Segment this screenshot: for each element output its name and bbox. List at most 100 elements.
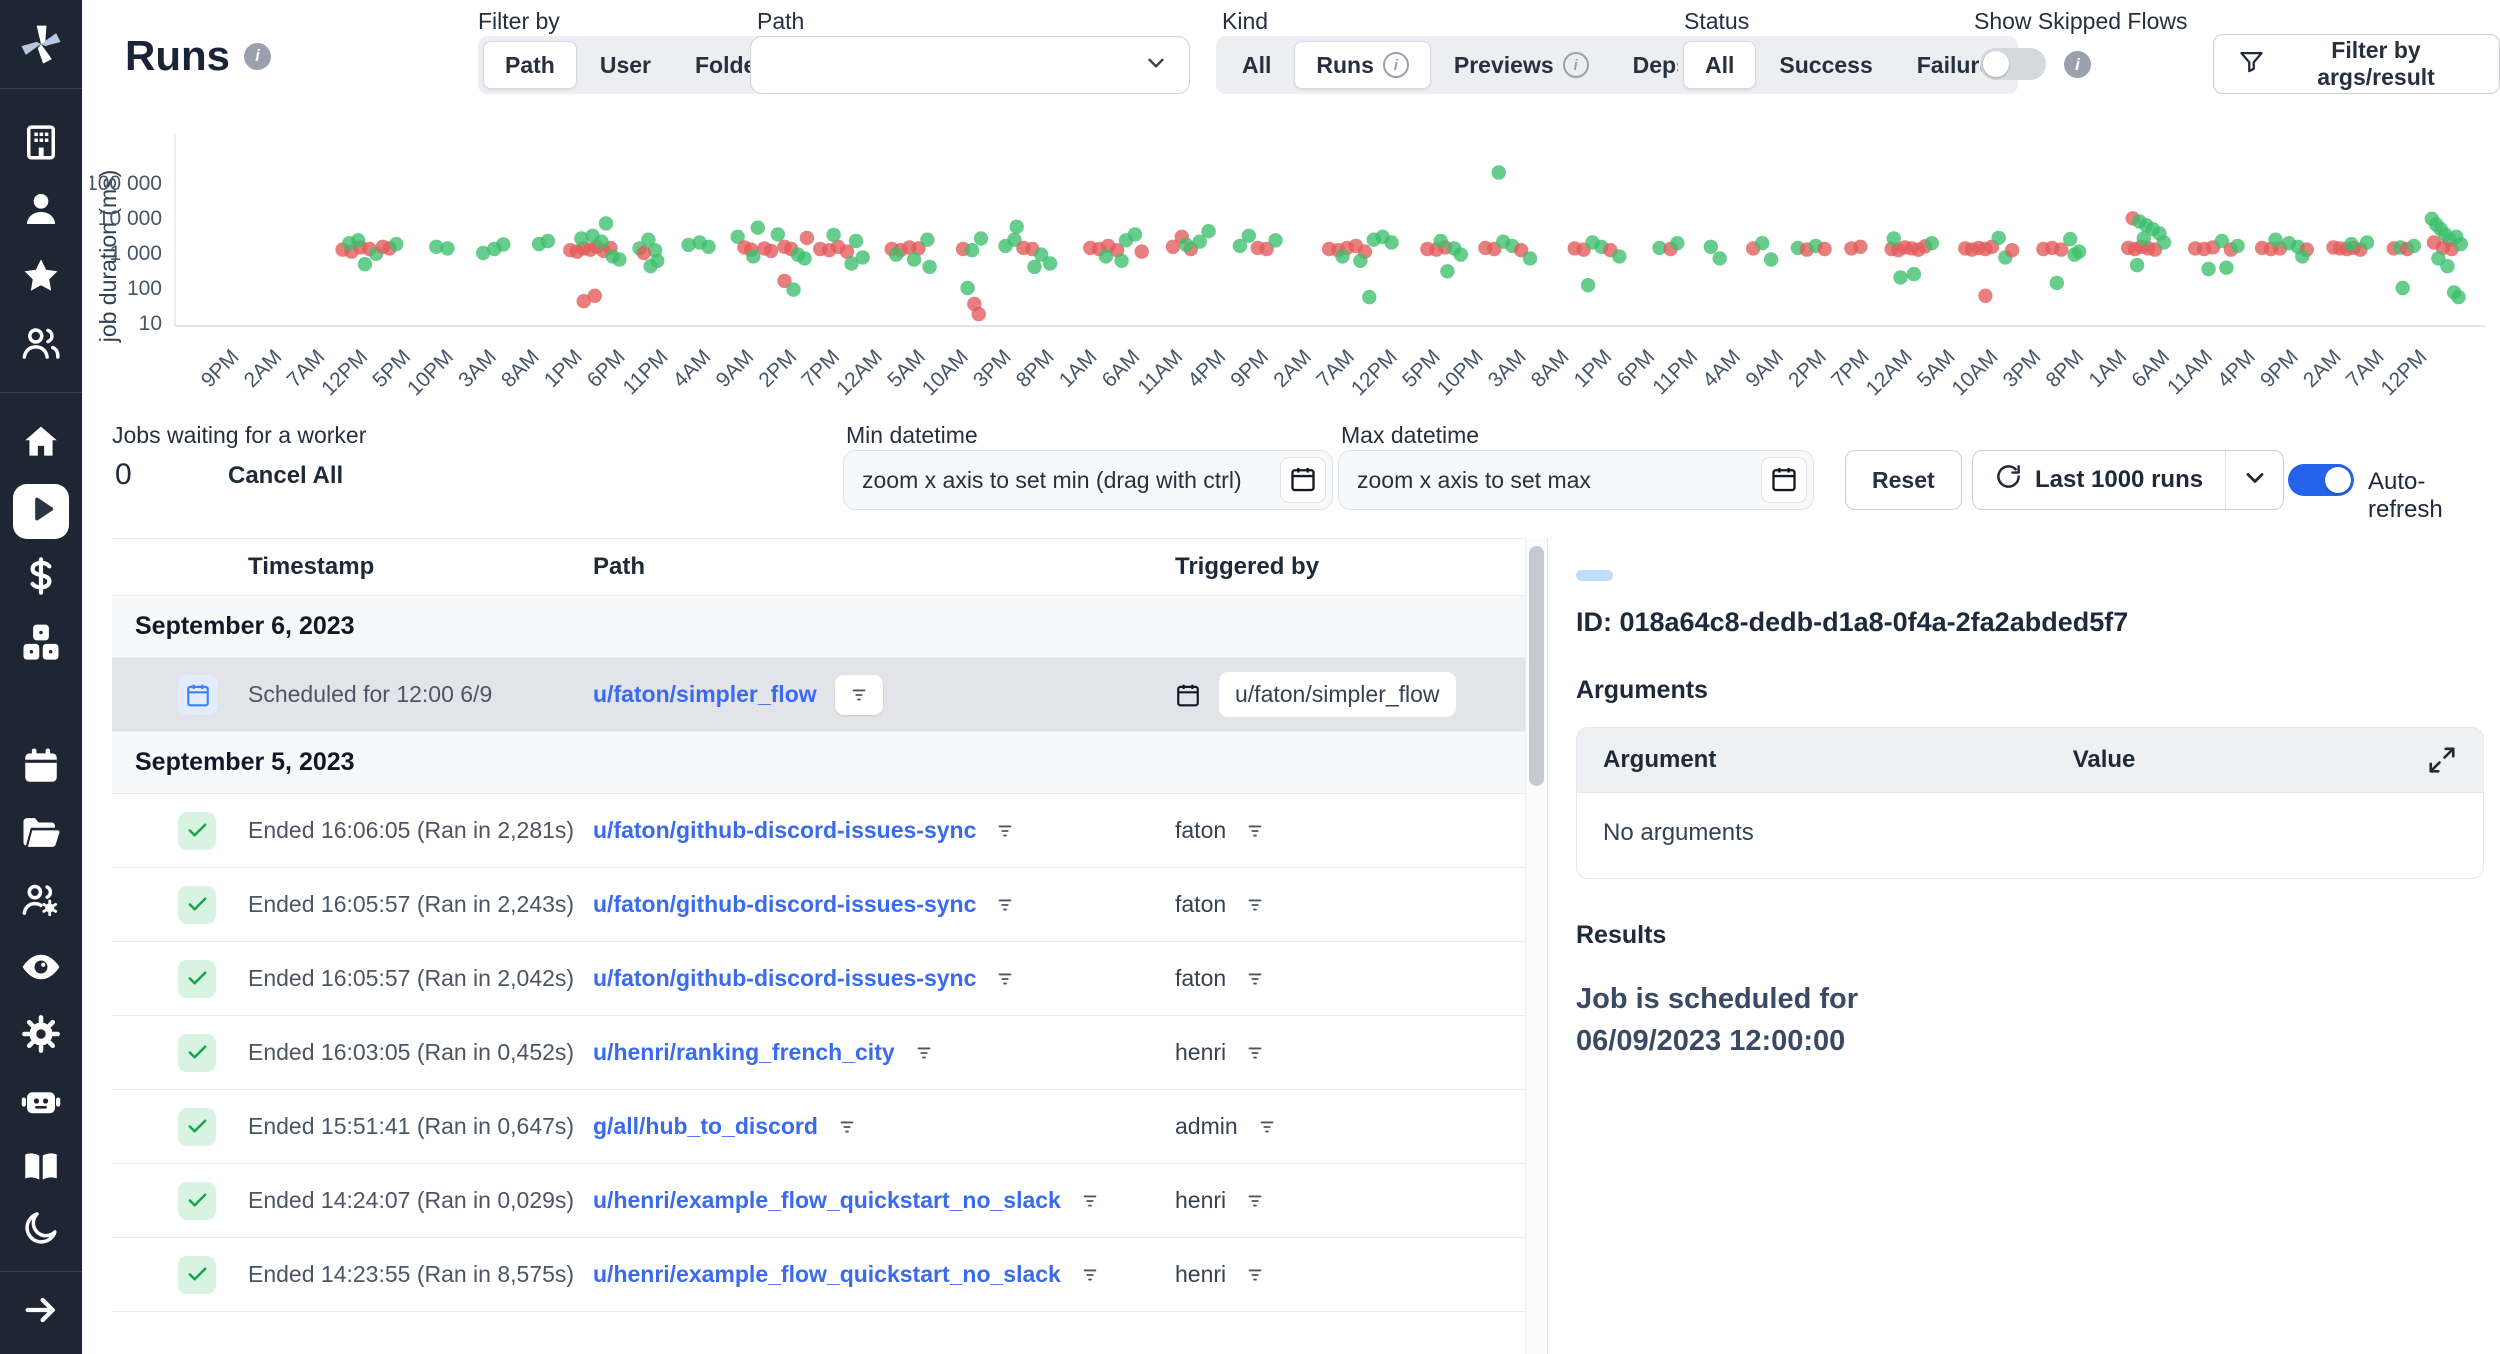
sidebar-item-audit-logs[interactable] xyxy=(13,942,69,997)
tab-kind-all[interactable]: All xyxy=(1221,41,1292,89)
tab-kind-previews[interactable]: Previews i xyxy=(1433,41,1610,89)
success-icon xyxy=(178,812,216,850)
result-text: Job is scheduled for 06/09/2023 12:00:00 xyxy=(1576,978,2006,1062)
filter-icon[interactable] xyxy=(1079,1190,1101,1212)
tab-filter-path[interactable]: Path xyxy=(483,41,577,89)
table-row[interactable]: Ended 15:51:41 (Ran in 0,647s)g/all/hub_… xyxy=(112,1090,1525,1164)
table-row[interactable]: Ended 14:23:55 (Ran in 8,575s)u/henri/ex… xyxy=(112,1238,1525,1312)
path-select[interactable] xyxy=(750,36,1190,94)
users-gear-icon xyxy=(20,879,62,926)
table-scrollbar[interactable] xyxy=(1525,538,1547,1354)
max-datetime-input[interactable] xyxy=(1338,450,1814,510)
max-datetime-calendar-button[interactable] xyxy=(1761,457,1807,503)
filter-icon[interactable] xyxy=(1079,1264,1101,1286)
sidebar-item-resources[interactable] xyxy=(13,618,69,673)
scrollbar-thumb[interactable] xyxy=(1529,546,1544,786)
arguments-empty: No arguments xyxy=(1577,792,2483,878)
filter-icon[interactable] xyxy=(913,1042,935,1064)
table-row[interactable]: Scheduled for 12:00 6/9u/faton/simpler_f… xyxy=(112,658,1525,732)
row-path-link[interactable]: u/faton/github-discord-issues-sync xyxy=(593,891,976,918)
min-datetime-calendar-button[interactable] xyxy=(1280,457,1326,503)
tab-status-all[interactable]: All xyxy=(1683,41,1756,89)
filter-icon[interactable] xyxy=(1244,1042,1266,1064)
sidebar-item-user[interactable] xyxy=(13,184,69,239)
info-icon[interactable]: i xyxy=(2064,51,2091,78)
table-row[interactable]: Ended 16:05:57 (Ran in 2,243s) u/faton/gi… xyxy=(112,868,1525,942)
runs-count-dropdown[interactable] xyxy=(2225,451,2283,509)
filter-icon[interactable] xyxy=(1244,820,1266,842)
auto-refresh-label: Auto-refresh xyxy=(2368,468,2500,524)
row-path-link[interactable]: g/all/hub_to_discord xyxy=(593,1113,818,1140)
show-skipped-toggle[interactable] xyxy=(1980,48,2046,80)
success-icon xyxy=(178,1108,216,1146)
column-argument: Argument xyxy=(1603,746,2073,774)
sidebar-item-home[interactable] xyxy=(13,417,69,472)
sidebar-item-dark-mode[interactable] xyxy=(13,1202,69,1258)
row-path-link[interactable]: u/henri/example_flow_quickstart_no_slack xyxy=(593,1187,1061,1214)
filter-icon[interactable] xyxy=(994,820,1016,842)
table-row[interactable]: Ended 14:24:07 (Ran in 0,029s)u/henri/ex… xyxy=(112,1164,1525,1238)
svg-text:2PM: 2PM xyxy=(754,345,801,392)
sidebar-item-schedules[interactable] xyxy=(13,741,69,796)
sidebar-item-workspace[interactable] xyxy=(13,117,69,172)
runs-count-button[interactable]: Last 1000 runs xyxy=(1973,451,2225,509)
triggered-by-value: henri xyxy=(1175,1261,1226,1288)
row-path-link[interactable]: u/faton/simpler_flow xyxy=(593,681,817,708)
row-path-link[interactable]: u/faton/github-discord-issues-sync xyxy=(593,965,976,992)
sidebar-item-docs[interactable] xyxy=(13,1140,69,1196)
sidebar-item-ai[interactable] xyxy=(13,1076,69,1131)
triggered-by-value: henri xyxy=(1175,1039,1226,1066)
filter-icon[interactable] xyxy=(994,968,1016,990)
filter-icon[interactable] xyxy=(1256,1116,1278,1138)
filter-icon[interactable] xyxy=(1244,968,1266,990)
svg-text:12AM: 12AM xyxy=(1862,345,1917,400)
svg-text:10PM: 10PM xyxy=(403,345,458,400)
min-datetime-input[interactable] xyxy=(843,450,1333,510)
info-icon[interactable]: i xyxy=(1563,52,1589,78)
sidebar-divider xyxy=(0,88,82,89)
filter-icon[interactable] xyxy=(1244,1264,1266,1286)
filter-icon[interactable] xyxy=(836,1116,858,1138)
gear-icon xyxy=(20,1013,62,1060)
tab-filter-user[interactable]: User xyxy=(579,41,672,89)
row-path-link[interactable]: u/henri/example_flow_quickstart_no_slack xyxy=(593,1261,1061,1288)
windmill-logo-icon[interactable] xyxy=(0,0,82,88)
result-line-2: 06/09/2023 12:00:00 xyxy=(1576,1025,1845,1057)
filter-by-tabs: Path User Folder xyxy=(478,36,791,94)
filter-icon[interactable] xyxy=(1244,1190,1266,1212)
filter-icon[interactable] xyxy=(1244,894,1266,916)
row-path-link[interactable]: u/faton/github-discord-issues-sync xyxy=(593,817,976,844)
runs-duration-chart[interactable]: job duration (ms)100 00010 0001 00010010… xyxy=(90,96,2490,426)
sidebar xyxy=(0,0,82,1354)
filter-args-button[interactable]: Filter by args/result xyxy=(2213,34,2500,94)
info-icon[interactable]: i xyxy=(244,43,271,70)
sidebar-item-variables[interactable] xyxy=(13,551,69,606)
sidebar-divider xyxy=(0,392,82,393)
table-row[interactable]: Ended 16:03:05 (Ran in 0,452s)u/henri/ra… xyxy=(112,1016,1525,1090)
triggered-by-value: henri xyxy=(1175,1187,1226,1214)
status-tabs: All Success Failure xyxy=(1678,36,2018,94)
sidebar-item-folders[interactable] xyxy=(13,808,69,863)
sidebar-collapse[interactable] xyxy=(13,1284,69,1340)
expand-icon[interactable] xyxy=(2427,745,2457,775)
auto-refresh-toggle[interactable] xyxy=(2288,464,2354,496)
info-icon[interactable]: i xyxy=(1383,52,1409,78)
cancel-all-button[interactable]: Cancel All xyxy=(228,462,343,490)
filter-icon[interactable] xyxy=(994,894,1016,916)
svg-text:3AM: 3AM xyxy=(1484,345,1531,392)
tab-kind-runs[interactable]: Runs i xyxy=(1294,41,1431,89)
sidebar-item-settings[interactable] xyxy=(13,1009,69,1064)
row-path-link[interactable]: u/henri/ranking_french_city xyxy=(593,1039,895,1066)
tab-status-success[interactable]: Success xyxy=(1758,41,1893,89)
runs-table-area: Timestamp Path Triggered by September 6,… xyxy=(82,538,1525,1354)
sidebar-item-favorites[interactable] xyxy=(13,251,69,306)
sidebar-item-workers[interactable] xyxy=(13,875,69,930)
row-timestamp: Ended 16:05:57 (Ran in 2,243s) xyxy=(248,891,574,918)
sidebar-item-groups[interactable] xyxy=(13,318,69,373)
sidebar-item-runs[interactable] xyxy=(13,484,69,539)
reset-button[interactable]: Reset xyxy=(1845,450,1962,510)
path-filter-button[interactable] xyxy=(835,675,883,715)
svg-text:100: 100 xyxy=(127,277,162,300)
table-row[interactable]: Ended 16:06:05 (Ran in 2,281s)u/faton/gi… xyxy=(112,794,1525,868)
table-row[interactable]: Ended 16:05:57 (Ran in 2,042s)u/faton/gi… xyxy=(112,942,1525,1016)
